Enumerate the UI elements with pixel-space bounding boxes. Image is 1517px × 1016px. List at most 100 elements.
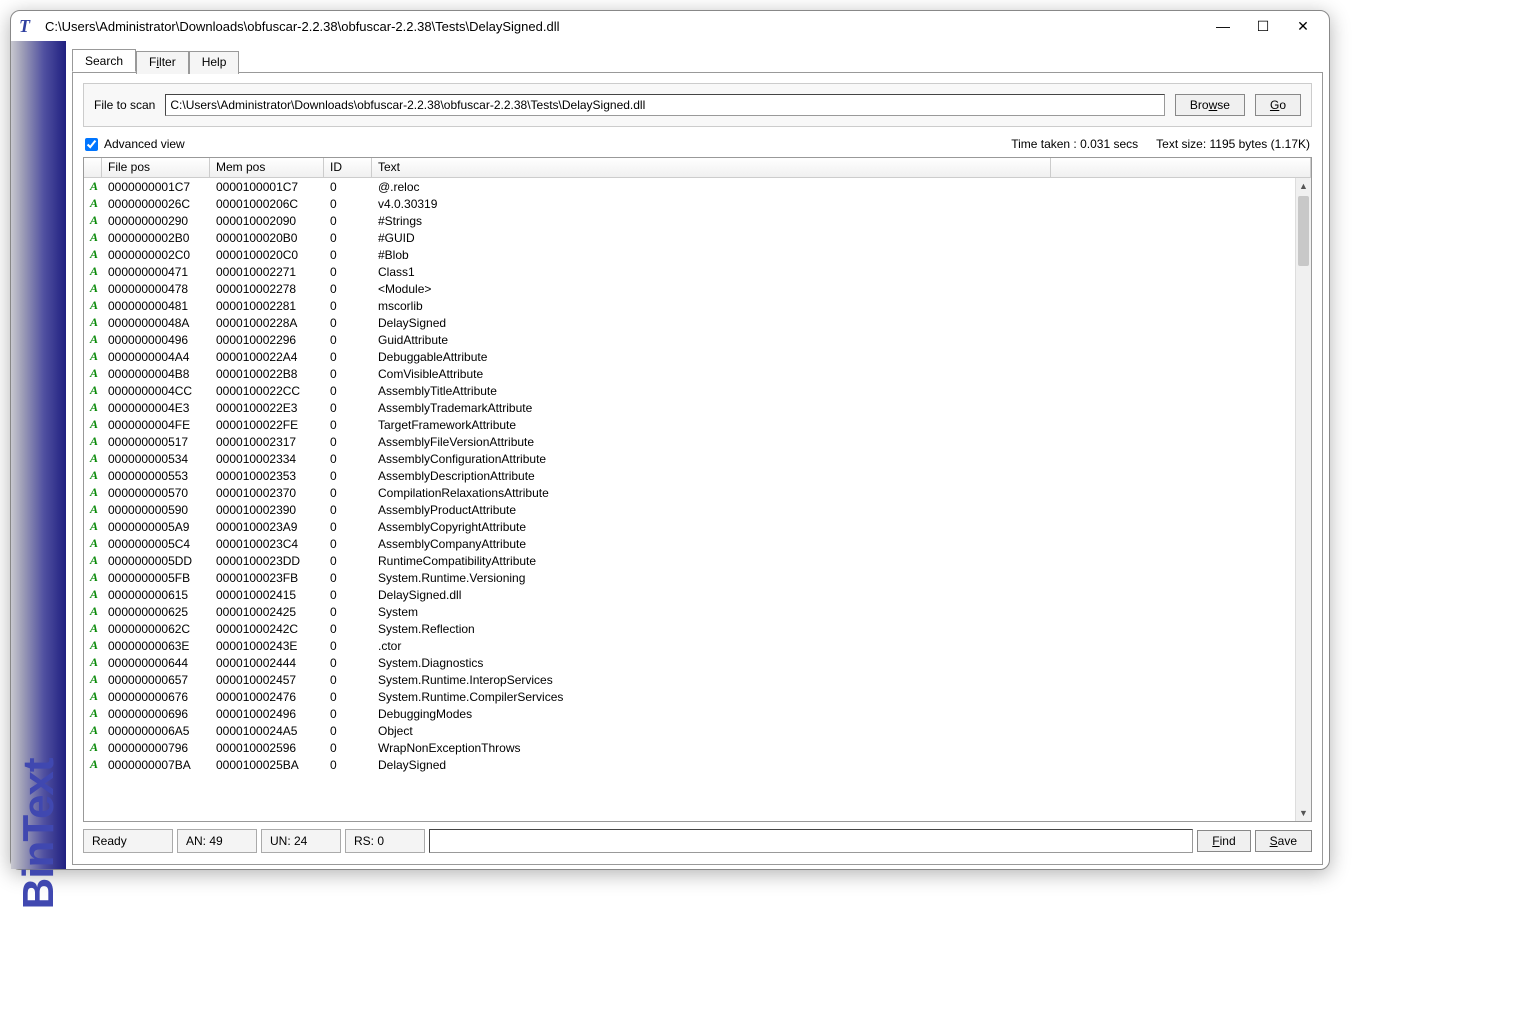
cell-mempos: 000010002353: [210, 469, 324, 483]
cell-id: 0: [324, 639, 372, 653]
cell-mempos: 00001000242C: [210, 622, 324, 636]
file-path-input[interactable]: [165, 94, 1165, 116]
scroll-up-icon[interactable]: ▲: [1296, 178, 1311, 194]
ascii-icon: A: [84, 621, 102, 636]
save-button[interactable]: Save: [1255, 830, 1312, 852]
ascii-icon: A: [84, 417, 102, 432]
cell-filepos: 0000000005C4: [102, 537, 210, 551]
advanced-view-checkbox[interactable]: [85, 138, 98, 151]
ascii-icon: A: [84, 366, 102, 381]
table-row[interactable]: A0000000005170000100023170AssemblyFileVe…: [84, 433, 1311, 450]
table-row[interactable]: A0000000005DD0000100023DD0RuntimeCompati…: [84, 552, 1311, 569]
col-header-extra[interactable]: [1051, 158, 1311, 177]
maximize-button[interactable]: ☐: [1253, 18, 1273, 35]
status-an-count: AN: 49: [177, 829, 257, 853]
scroll-down-icon[interactable]: ▼: [1296, 805, 1311, 821]
cell-text: AssemblyConfigurationAttribute: [372, 452, 1051, 466]
table-row[interactable]: A0000000006960000100024960DebuggingModes: [84, 705, 1311, 722]
col-header-text[interactable]: Text: [372, 158, 1051, 177]
results-body[interactable]: A0000000001C70000100001C70@.relocA000000…: [84, 178, 1311, 821]
table-row[interactable]: A00000000063E00001000243E0.ctor: [84, 637, 1311, 654]
cell-filepos: 000000000615: [102, 588, 210, 602]
col-header-icon[interactable]: [84, 158, 102, 177]
table-row[interactable]: A0000000005A90000100023A90AssemblyCopyri…: [84, 518, 1311, 535]
tab-help[interactable]: Help: [189, 51, 240, 74]
cell-filepos: 00000000062C: [102, 622, 210, 636]
cell-filepos: 000000000553: [102, 469, 210, 483]
table-row[interactable]: A0000000005530000100023530AssemblyDescri…: [84, 467, 1311, 484]
cell-text: #Strings: [372, 214, 1051, 228]
table-row[interactable]: A0000000004780000100022780<Module>: [84, 280, 1311, 297]
table-row[interactable]: A0000000004B80000100022B80ComVisibleAttr…: [84, 365, 1311, 382]
table-row[interactable]: A0000000007BA0000100025BA0DelaySigned: [84, 756, 1311, 773]
table-row[interactable]: A0000000004CC0000100022CC0AssemblyTitleA…: [84, 382, 1311, 399]
vertical-scrollbar[interactable]: ▲ ▼: [1295, 178, 1311, 821]
table-row[interactable]: A0000000006250000100024250System: [84, 603, 1311, 620]
cell-filepos: 000000000496: [102, 333, 210, 347]
cell-text: AssemblyTitleAttribute: [372, 384, 1051, 398]
cell-mempos: 0000100020C0: [210, 248, 324, 262]
cell-filepos: 0000000002B0: [102, 231, 210, 245]
minimize-button[interactable]: —: [1213, 18, 1233, 35]
cell-filepos: 000000000625: [102, 605, 210, 619]
table-row[interactable]: A0000000006440000100024440System.Diagnos…: [84, 654, 1311, 671]
cell-mempos: 0000100023FB: [210, 571, 324, 585]
cell-filepos: 0000000004CC: [102, 384, 210, 398]
ascii-icon: A: [84, 485, 102, 500]
table-row[interactable]: A0000000005900000100023900AssemblyProduc…: [84, 501, 1311, 518]
table-row[interactable]: A0000000005C40000100023C40AssemblyCompan…: [84, 535, 1311, 552]
find-button[interactable]: Find: [1197, 830, 1250, 852]
cell-filepos: 0000000004E3: [102, 401, 210, 415]
browse-button[interactable]: Browse: [1175, 94, 1245, 116]
cell-filepos: 0000000001C7: [102, 180, 210, 194]
close-button[interactable]: ✕: [1293, 18, 1313, 35]
cell-filepos: 0000000006A5: [102, 724, 210, 738]
table-row[interactable]: A0000000004A40000100022A40DebuggableAttr…: [84, 348, 1311, 365]
table-row[interactable]: A0000000005340000100023340AssemblyConfig…: [84, 450, 1311, 467]
tab-filter[interactable]: Filter: [136, 51, 189, 74]
sidebar-logo: BinText: [11, 41, 66, 869]
find-input[interactable]: [429, 829, 1193, 853]
cell-text: ComVisibleAttribute: [372, 367, 1051, 381]
table-row[interactable]: A0000000001C70000100001C70@.reloc: [84, 178, 1311, 195]
col-header-filepos[interactable]: File pos: [102, 158, 210, 177]
table-row[interactable]: A0000000002C00000100020C00#Blob: [84, 246, 1311, 263]
table-row[interactable]: A00000000062C00001000242C0System.Reflect…: [84, 620, 1311, 637]
table-row[interactable]: A0000000006760000100024760System.Runtime…: [84, 688, 1311, 705]
cell-mempos: 000010002596: [210, 741, 324, 755]
tab-search[interactable]: Search: [72, 49, 136, 72]
cell-id: 0: [324, 605, 372, 619]
table-row[interactable]: A0000000007960000100025960WrapNonExcepti…: [84, 739, 1311, 756]
col-header-id[interactable]: ID: [324, 158, 372, 177]
table-row[interactable]: A00000000026C00001000206C0v4.0.30319: [84, 195, 1311, 212]
cell-text: System.Reflection: [372, 622, 1051, 636]
col-header-mempos[interactable]: Mem pos: [210, 158, 324, 177]
table-row[interactable]: A0000000005700000100023700CompilationRel…: [84, 484, 1311, 501]
table-row[interactable]: A0000000004810000100022810mscorlib: [84, 297, 1311, 314]
cell-text: System: [372, 605, 1051, 619]
ascii-icon: A: [84, 689, 102, 704]
table-row[interactable]: A0000000004960000100022960GuidAttribute: [84, 331, 1311, 348]
scroll-thumb[interactable]: [1298, 196, 1309, 266]
cell-text: AssemblyTrademarkAttribute: [372, 401, 1051, 415]
table-row[interactable]: A0000000006A50000100024A50Object: [84, 722, 1311, 739]
cell-filepos: 0000000002C0: [102, 248, 210, 262]
table-row[interactable]: A0000000004E30000100022E30AssemblyTradem…: [84, 399, 1311, 416]
table-row[interactable]: A00000000048A00001000228A0DelaySigned: [84, 314, 1311, 331]
table-row[interactable]: A0000000006570000100024570System.Runtime…: [84, 671, 1311, 688]
table-row[interactable]: A0000000005FB0000100023FB0System.Runtime…: [84, 569, 1311, 586]
table-row[interactable]: A0000000002B00000100020B00#GUID: [84, 229, 1311, 246]
cell-filepos: 000000000478: [102, 282, 210, 296]
table-row[interactable]: A0000000002900000100020900#Strings: [84, 212, 1311, 229]
table-row[interactable]: A0000000004FE0000100022FE0TargetFramewor…: [84, 416, 1311, 433]
table-row[interactable]: A0000000004710000100022710Class1: [84, 263, 1311, 280]
cell-mempos: 0000100025BA: [210, 758, 324, 772]
cell-filepos: 000000000657: [102, 673, 210, 687]
cell-mempos: 000010002444: [210, 656, 324, 670]
cell-text: TargetFrameworkAttribute: [372, 418, 1051, 432]
go-button[interactable]: Go: [1255, 94, 1301, 116]
table-row[interactable]: A0000000006150000100024150DelaySigned.dl…: [84, 586, 1311, 603]
cell-text: System.Runtime.InteropServices: [372, 673, 1051, 687]
cell-text: GuidAttribute: [372, 333, 1051, 347]
cell-text: DebuggableAttribute: [372, 350, 1051, 364]
